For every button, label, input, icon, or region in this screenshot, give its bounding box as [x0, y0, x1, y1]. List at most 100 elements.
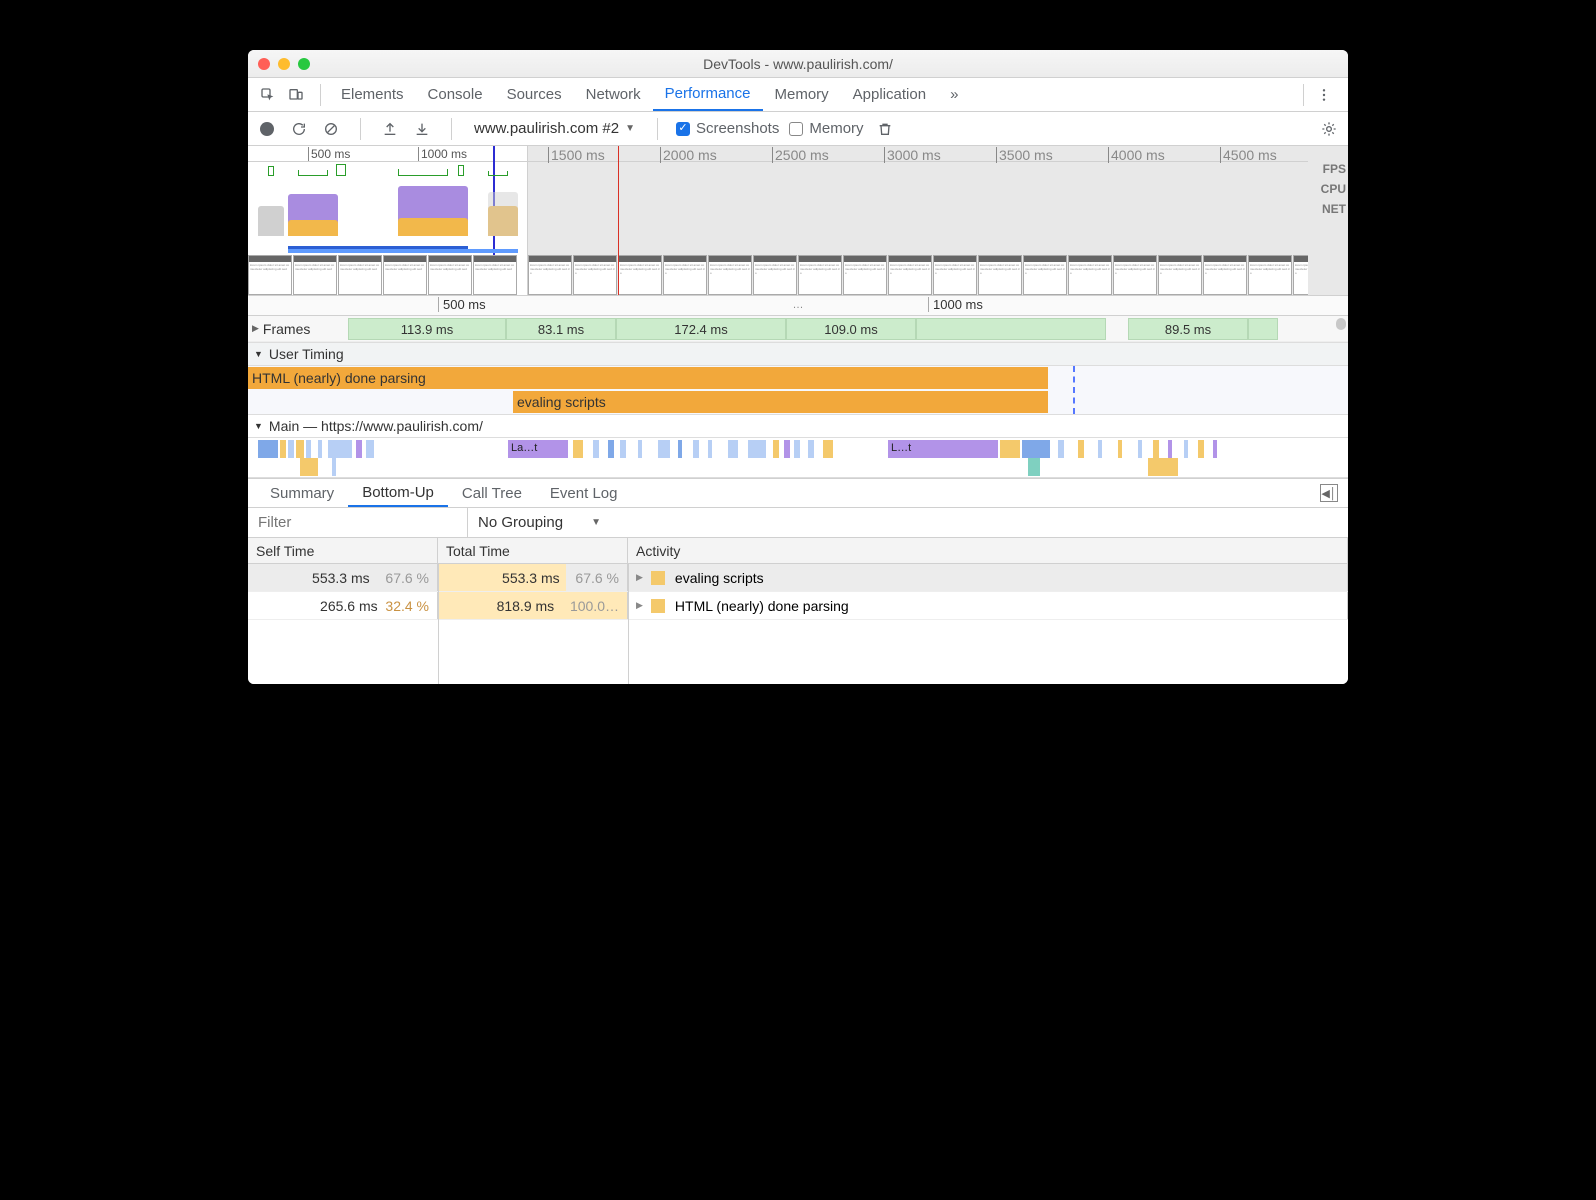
- flame-block[interactable]: [1213, 440, 1217, 458]
- flame-block[interactable]: [620, 440, 626, 458]
- tab-network[interactable]: Network: [574, 78, 653, 111]
- frame-block[interactable]: 89.5 ms: [1128, 318, 1248, 340]
- screenshot-thumbnail[interactable]: lorem ipsum dolor sit amet consectetur a…: [383, 255, 427, 295]
- flame-block[interactable]: [332, 458, 336, 476]
- screenshot-thumbnail[interactable]: lorem ipsum dolor sit amet consectetur a…: [1068, 255, 1112, 295]
- window-minimize-button[interactable]: [278, 58, 290, 70]
- screenshot-thumbnail[interactable]: lorem ipsum dolor sit amet consectetur a…: [753, 255, 797, 295]
- flame-block[interactable]: [318, 440, 322, 458]
- frame-block[interactable]: [1248, 318, 1278, 340]
- flame-block[interactable]: [1028, 458, 1040, 476]
- flame-block[interactable]: La…t: [508, 440, 568, 458]
- table-row[interactable]: 553.3 ms 67.6 %553.3 ms 67.6 %▶evaling s…: [248, 564, 1348, 592]
- flame-block[interactable]: [258, 440, 278, 458]
- screenshot-thumbnail[interactable]: lorem ipsum dolor sit amet consectetur a…: [933, 255, 977, 295]
- screenshot-thumbnail[interactable]: lorem ipsum dolor sit amet consectetur a…: [293, 255, 337, 295]
- main-track-header[interactable]: ▼ Main — https://www.paulirish.com/: [248, 414, 1348, 438]
- inspect-element-icon[interactable]: [256, 83, 280, 107]
- detail-tab-summary[interactable]: Summary: [256, 479, 348, 507]
- settings-gear-icon[interactable]: [1318, 118, 1340, 140]
- filter-input[interactable]: [248, 508, 468, 537]
- frame-block[interactable]: 172.4 ms: [616, 318, 786, 340]
- screenshot-thumbnail[interactable]: lorem ipsum dolor sit amet consectetur a…: [798, 255, 842, 295]
- flame-block[interactable]: [678, 440, 682, 458]
- screenshot-thumbnail[interactable]: lorem ipsum dolor sit amet consectetur a…: [1248, 255, 1292, 295]
- tab-elements[interactable]: Elements: [329, 78, 416, 111]
- flame-block[interactable]: [608, 440, 614, 458]
- screenshot-thumbnail[interactable]: lorem ipsum dolor sit amet consectetur a…: [618, 255, 662, 295]
- overview-panel[interactable]: 500 ms 1000 ms: [248, 146, 1348, 296]
- flame-block[interactable]: [280, 440, 286, 458]
- flame-block[interactable]: [1184, 440, 1188, 458]
- screenshot-thumbnail[interactable]: lorem ipsum dolor sit amet consectetur a…: [573, 255, 617, 295]
- tab-performance[interactable]: Performance: [653, 78, 763, 111]
- load-profile-icon[interactable]: [379, 118, 401, 140]
- flame-block[interactable]: L…t: [888, 440, 998, 458]
- user-timing-header[interactable]: ▼ User Timing: [248, 342, 1348, 366]
- screenshot-thumbnail[interactable]: lorem ipsum dolor sit amet consectetur a…: [528, 255, 572, 295]
- flame-block[interactable]: [306, 440, 311, 458]
- tab-sources[interactable]: Sources: [495, 78, 574, 111]
- flame-block[interactable]: [1078, 440, 1084, 458]
- memory-checkbox[interactable]: Memory: [789, 120, 863, 137]
- screenshots-checkbox[interactable]: Screenshots: [676, 120, 779, 137]
- user-timing-area[interactable]: HTML (nearly) done parsingevaling script…: [248, 366, 1348, 414]
- collapse-icon[interactable]: ▼: [254, 421, 263, 431]
- col-total-time[interactable]: Total Time: [438, 538, 628, 563]
- save-profile-icon[interactable]: [411, 118, 433, 140]
- flame-block[interactable]: [728, 440, 738, 458]
- flame-block[interactable]: [1168, 440, 1172, 458]
- screenshot-thumbnail[interactable]: lorem ipsum dolor sit amet consectetur a…: [248, 255, 292, 295]
- screenshot-thumbnail[interactable]: lorem ipsum dolor sit amet consectetur a…: [428, 255, 472, 295]
- screenshot-thumbnail[interactable]: lorem ipsum dolor sit amet consectetur a…: [1158, 255, 1202, 295]
- screenshot-thumbnail[interactable]: lorem ipsum dolor sit amet consectetur a…: [1203, 255, 1247, 295]
- frame-block[interactable]: 83.1 ms: [506, 318, 616, 340]
- recording-select[interactable]: www.paulirish.com #2 ▼: [470, 120, 639, 137]
- frame-block[interactable]: [916, 318, 1106, 340]
- frame-block[interactable]: 113.9 ms: [348, 318, 506, 340]
- flame-block[interactable]: [1138, 440, 1142, 458]
- flame-block[interactable]: [773, 440, 779, 458]
- flame-block[interactable]: [1118, 440, 1122, 458]
- screenshot-thumbnail[interactable]: lorem ipsum dolor sit amet consectetur a…: [1023, 255, 1067, 295]
- overview-selected-range[interactable]: 500 ms 1000 ms: [248, 146, 528, 295]
- col-self-time[interactable]: Self Time: [248, 538, 438, 563]
- clear-button[interactable]: [320, 118, 342, 140]
- flame-block[interactable]: [1000, 440, 1020, 458]
- collapse-icon[interactable]: ▼: [254, 349, 263, 359]
- flame-block[interactable]: [296, 440, 304, 458]
- screenshot-thumbnail[interactable]: lorem ipsum dolor sit amet consectetur a…: [338, 255, 382, 295]
- flame-block[interactable]: [658, 440, 670, 458]
- flame-block[interactable]: [1153, 440, 1159, 458]
- flame-block[interactable]: [356, 440, 362, 458]
- screenshot-thumbnail[interactable]: lorem ipsum dolor sit amet consectetur a…: [663, 255, 707, 295]
- table-row[interactable]: 265.6 ms 32.4 %818.9 ms 100.0…▶HTML (nea…: [248, 592, 1348, 620]
- tab-console[interactable]: Console: [416, 78, 495, 111]
- flame-block[interactable]: [748, 440, 766, 458]
- flame-block[interactable]: [784, 440, 790, 458]
- main-flamegraph[interactable]: La…t L…t: [248, 438, 1348, 478]
- expand-icon[interactable]: ▶: [636, 600, 643, 611]
- flame-block[interactable]: [823, 440, 833, 458]
- reload-record-button[interactable]: [288, 118, 310, 140]
- timing-bar[interactable]: HTML (nearly) done parsing: [248, 367, 1048, 389]
- tab-memory[interactable]: Memory: [763, 78, 841, 111]
- flame-block[interactable]: [300, 458, 318, 476]
- flame-block[interactable]: [708, 440, 712, 458]
- flame-block[interactable]: [1148, 458, 1178, 476]
- more-menu-icon[interactable]: [1312, 83, 1336, 107]
- flame-block[interactable]: [1058, 440, 1064, 458]
- expand-icon[interactable]: ▶: [636, 572, 643, 583]
- record-button[interactable]: [256, 118, 278, 140]
- flame-block[interactable]: [328, 440, 352, 458]
- detail-tab-bottom-up[interactable]: Bottom-Up: [348, 479, 448, 507]
- scroll-thumb[interactable]: [1336, 318, 1346, 330]
- flame-block[interactable]: [1198, 440, 1204, 458]
- device-toolbar-icon[interactable]: [284, 83, 308, 107]
- screenshot-thumbnail[interactable]: lorem ipsum dolor sit amet consectetur a…: [978, 255, 1022, 295]
- flame-block[interactable]: [288, 440, 294, 458]
- tabs-overflow-button[interactable]: »: [938, 78, 970, 111]
- flame-block[interactable]: [638, 440, 642, 458]
- collapse-panel-icon[interactable]: ◀│: [1320, 484, 1338, 502]
- frame-block[interactable]: 109.0 ms: [786, 318, 916, 340]
